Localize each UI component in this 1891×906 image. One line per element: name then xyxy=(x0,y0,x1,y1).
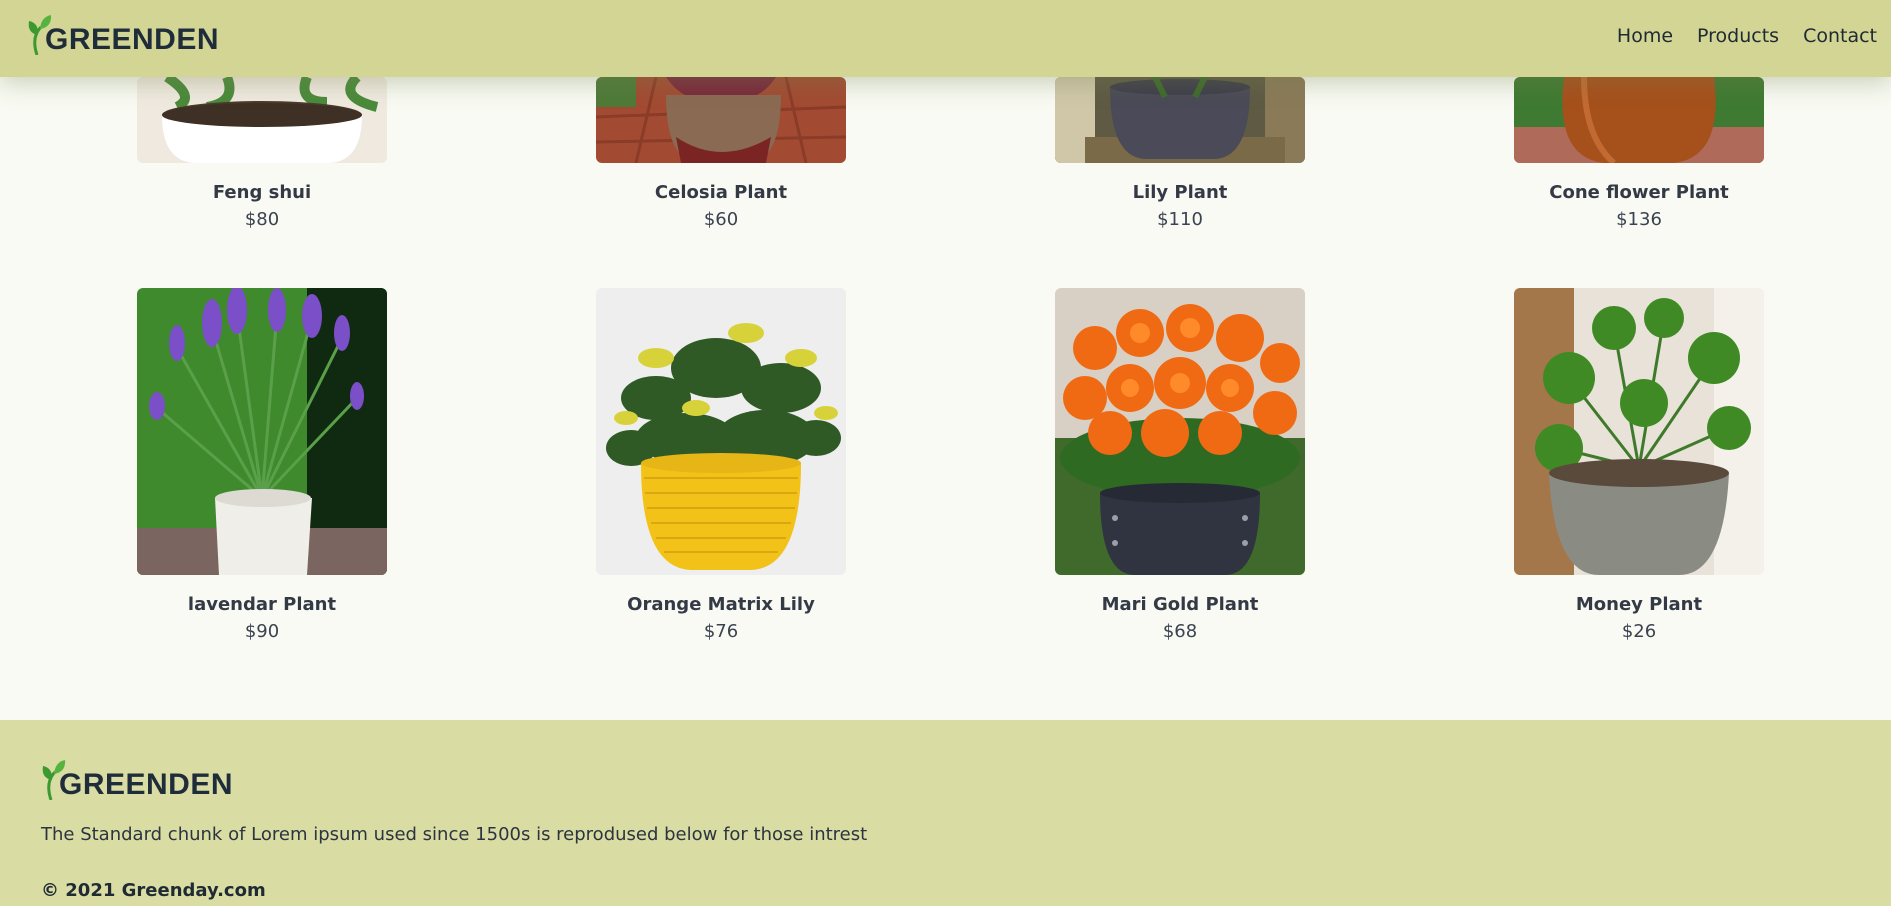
product-name: lavendar Plant xyxy=(187,594,337,615)
product-price: $68 xyxy=(1162,621,1198,642)
product-price: $76 xyxy=(703,621,739,642)
product-price: $90 xyxy=(244,621,280,642)
footer-brand-name: GREENDEN xyxy=(59,768,234,801)
main-nav: Home Products Contact xyxy=(1617,25,1877,47)
product-card[interactable]: Celosia Plant $60 xyxy=(596,77,846,230)
brand-name: GREENDEN xyxy=(45,23,220,56)
product-name: Lily Plant xyxy=(1132,182,1228,203)
product-name: Cone flower Plant xyxy=(1549,182,1729,203)
product-card[interactable]: Lily Plant $110 xyxy=(1055,77,1305,230)
product-price: $60 xyxy=(703,209,739,230)
footer: GREENDEN The Standard chunk of Lorem ips… xyxy=(0,720,1891,906)
nav-products[interactable]: Products xyxy=(1697,25,1779,47)
nav-contact[interactable]: Contact xyxy=(1803,25,1877,47)
product-image-mari-gold-plant[interactable] xyxy=(1055,288,1305,575)
product-name: Celosia Plant xyxy=(654,182,788,203)
navbar: GREENDEN Home Products Contact xyxy=(0,0,1891,77)
product-name: Feng shui xyxy=(212,182,312,203)
footer-description: The Standard chunk of Lorem ipsum used s… xyxy=(41,824,868,845)
brand-logo[interactable]: GREENDEN xyxy=(27,15,219,55)
product-name: Mari Gold Plant xyxy=(1101,594,1259,615)
product-image-orange-matrix-lily[interactable] xyxy=(596,288,846,575)
product-card[interactable]: Money Plant $26 xyxy=(1514,288,1764,642)
product-grid: Feng shui $80 Celosia Plant $60 Lily Pla… xyxy=(0,0,1891,720)
product-name: Orange Matrix Lily xyxy=(627,594,815,615)
product-image-feng-shui[interactable] xyxy=(137,77,387,163)
product-price: $110 xyxy=(1157,209,1203,230)
copyright: © 2021 Greenday.com xyxy=(41,880,266,901)
product-image-cone-flower-plant[interactable] xyxy=(1514,77,1764,163)
product-price: $26 xyxy=(1621,621,1657,642)
footer-brand-logo[interactable]: GREENDEN xyxy=(41,760,233,800)
product-price: $80 xyxy=(244,209,280,230)
product-card[interactable]: Feng shui $80 xyxy=(137,77,387,230)
product-image-lavendar-plant[interactable] xyxy=(137,288,387,575)
product-card[interactable]: lavendar Plant $90 xyxy=(137,288,387,642)
product-card[interactable]: Mari Gold Plant $68 xyxy=(1055,288,1305,642)
product-image-money-plant[interactable] xyxy=(1514,288,1764,575)
product-image-celosia-plant[interactable] xyxy=(596,77,846,163)
product-image-lily-plant[interactable] xyxy=(1055,77,1305,163)
product-card[interactable]: Cone flower Plant $136 xyxy=(1514,77,1764,230)
product-name: Money Plant xyxy=(1575,594,1703,615)
product-card[interactable]: Orange Matrix Lily $76 xyxy=(596,288,846,642)
product-price: $136 xyxy=(1616,209,1662,230)
nav-home[interactable]: Home xyxy=(1617,25,1673,47)
